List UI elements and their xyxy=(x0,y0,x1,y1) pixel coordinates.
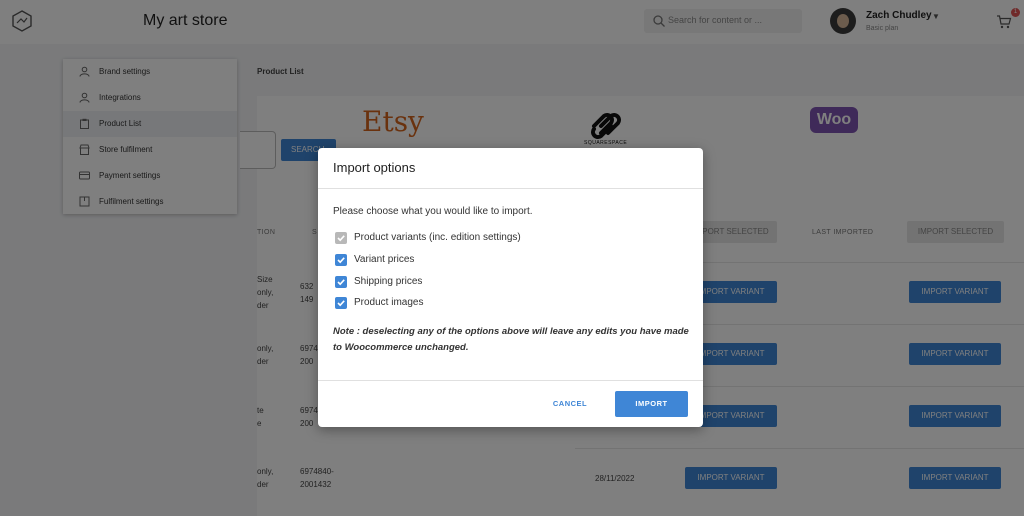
option-label: Variant prices xyxy=(354,254,415,265)
check-icon xyxy=(337,279,345,286)
dialog-title: Import options xyxy=(333,160,416,175)
divider xyxy=(318,380,703,381)
check-icon xyxy=(337,257,345,264)
checkbox-product-images[interactable] xyxy=(335,297,347,309)
check-icon xyxy=(337,300,345,307)
checkbox-shipping-prices[interactable] xyxy=(335,276,347,288)
option-label: Shipping prices xyxy=(354,276,423,287)
option-label: Product variants (inc. edition settings) xyxy=(354,232,521,243)
cancel-button[interactable]: CANCEL xyxy=(540,393,600,415)
import-options-dialog: Import options Please choose what you wo… xyxy=(318,148,703,427)
checkbox-variant-prices[interactable] xyxy=(335,254,347,266)
divider xyxy=(318,188,703,189)
checkbox-product-variants xyxy=(335,232,347,244)
check-icon xyxy=(337,235,345,242)
import-button[interactable]: IMPORT xyxy=(615,391,688,417)
option-label: Product images xyxy=(354,297,424,308)
dialog-note: Note : deselecting any of the options ab… xyxy=(333,326,689,353)
dialog-prompt: Please choose what you would like to imp… xyxy=(333,206,533,217)
